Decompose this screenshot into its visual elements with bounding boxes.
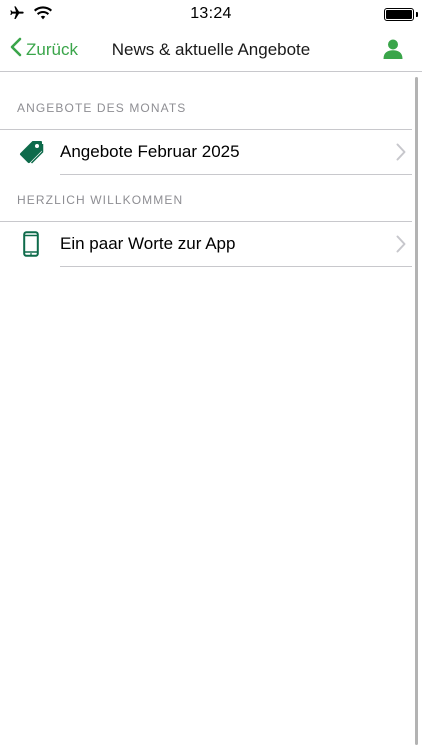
list-item-worte-zur-app[interactable]: Ein paar Worte zur App	[0, 222, 412, 266]
section-header-willkommen: HERZLICH WILLKOMMEN	[17, 193, 184, 207]
list-item-label: Ein paar Worte zur App	[60, 234, 236, 253]
smartphone-icon	[0, 231, 60, 257]
user-icon[interactable]	[382, 38, 404, 60]
section-group-willkommen: Ein paar Worte zur App	[0, 221, 412, 267]
navigation-bar: Zurück News & aktuelle Angebote	[0, 28, 422, 72]
status-bar: 13:24	[0, 0, 422, 28]
list-item-angebote-februar[interactable]: Angebote Februar 2025	[0, 130, 412, 174]
battery-icon	[384, 8, 414, 21]
tag-icon	[0, 139, 60, 165]
chevron-left-icon	[10, 37, 22, 62]
content-list: ANGEBOTE DES MONATS Angebote Februar 202…	[0, 73, 412, 750]
back-button[interactable]: Zurück	[10, 37, 78, 62]
chevron-right-icon	[396, 235, 406, 258]
section-group-angebote: Angebote Februar 2025	[0, 129, 412, 175]
chevron-right-icon	[396, 143, 406, 166]
scrollbar[interactable]	[415, 77, 418, 745]
list-item-label: Angebote Februar 2025	[60, 142, 240, 161]
app-screen: 13:24 Zurück News & aktuelle Angebote AN…	[0, 0, 422, 750]
back-label: Zurück	[26, 39, 78, 59]
row-separator	[60, 266, 412, 267]
battery-level	[386, 10, 412, 19]
battery-nub	[416, 12, 418, 17]
status-time: 13:24	[190, 5, 232, 22]
section-header-angebote: ANGEBOTE DES MONATS	[17, 101, 187, 115]
